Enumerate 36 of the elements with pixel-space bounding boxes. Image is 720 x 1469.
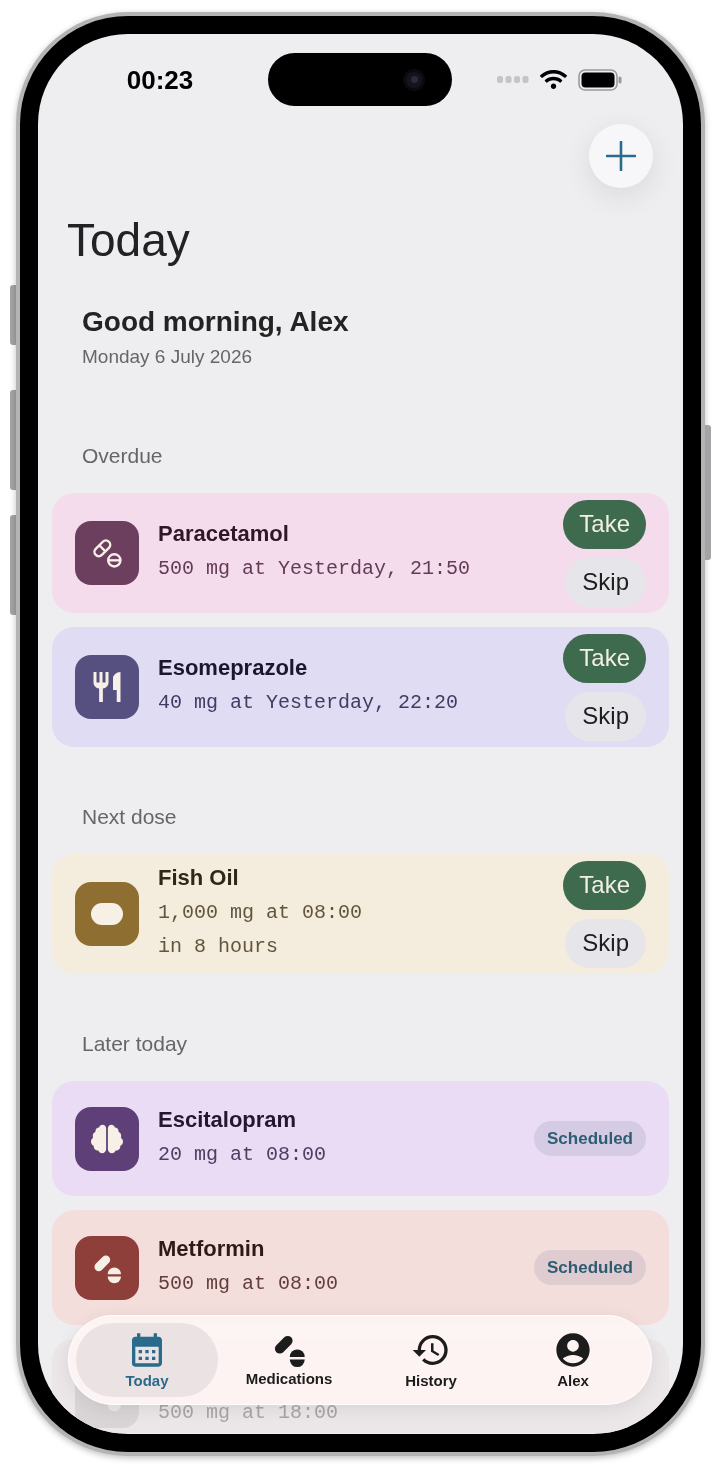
action-button[interactable]: Skip bbox=[565, 691, 646, 741]
date-text: Monday 6 July 2026 bbox=[82, 345, 253, 369]
profile-icon bbox=[553, 1330, 593, 1370]
medication-name: Paracetamol bbox=[158, 520, 289, 548]
action-button[interactable]: Take bbox=[563, 499, 646, 549]
greeting-text: Good morning, Alex bbox=[82, 305, 349, 339]
medication-name: Escitalopram bbox=[158, 1105, 297, 1134]
plus-icon bbox=[606, 141, 636, 171]
section-heading: Next dose bbox=[82, 804, 177, 830]
action-button[interactable]: Take bbox=[563, 860, 646, 910]
dose-text: 500 mg at Yesterday, 21:50 bbox=[158, 556, 471, 582]
action-button[interactable]: Take bbox=[563, 633, 646, 683]
status-time: 00:23 bbox=[126, 64, 194, 95]
status-badge: Scheduled bbox=[534, 1121, 646, 1156]
page-title: Today bbox=[67, 213, 190, 268]
hardware-key bbox=[10, 285, 16, 345]
action-button[interactable]: Skip bbox=[565, 557, 646, 607]
nav-tab[interactable]: Medications bbox=[218, 1323, 360, 1397]
nav-tab[interactable]: Alex bbox=[502, 1323, 644, 1397]
section-heading: Overdue bbox=[82, 443, 163, 469]
nav-tab[interactable]: Today bbox=[76, 1323, 218, 1397]
nav-tab[interactable]: History bbox=[360, 1323, 502, 1397]
dose-text: 20 mg at 08:00 bbox=[158, 1141, 327, 1168]
action-button[interactable]: Skip bbox=[565, 918, 646, 968]
medication-name: Esomeprazole bbox=[158, 654, 308, 682]
medication-name: Metformin bbox=[158, 1234, 265, 1263]
medication-name: Fish Oil bbox=[158, 864, 239, 892]
dose-text: 1,000 mg at 08:00 bbox=[158, 900, 363, 926]
dose-text: 500 mg at 08:00 bbox=[158, 1270, 339, 1297]
status-badge: Scheduled bbox=[534, 1250, 646, 1285]
section-heading: Later today bbox=[82, 1031, 188, 1057]
dose-text: 500 mg at 18:00 bbox=[158, 1400, 339, 1426]
signal-icon bbox=[496, 76, 529, 83]
dose-text: 40 mg at Yesterday, 22:20 bbox=[158, 690, 459, 716]
battery-icon bbox=[577, 68, 622, 91]
dose-text: in 8 hours bbox=[158, 934, 279, 960]
